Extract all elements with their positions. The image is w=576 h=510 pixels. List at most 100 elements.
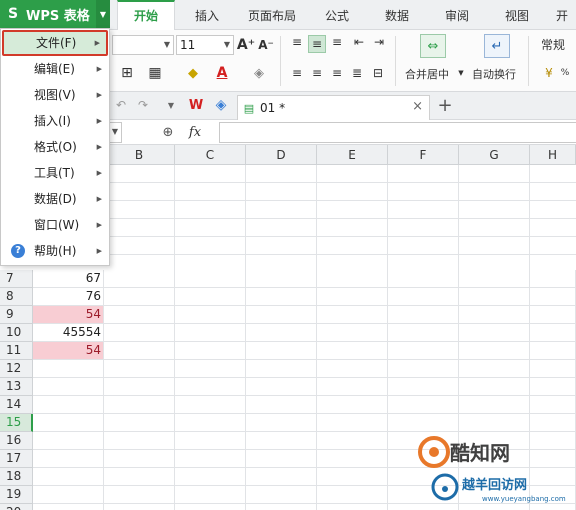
align-center-icon[interactable]: ≡: [310, 64, 324, 82]
wrap-text-icon[interactable]: ↵: [484, 34, 510, 58]
row-header[interactable]: 10: [0, 324, 33, 342]
menu-item-help[interactable]: ? 帮助(H) ▶: [2, 238, 108, 264]
merge-style-icon[interactable]: ▦: [148, 64, 162, 82]
justify-icon[interactable]: ≣: [350, 64, 364, 82]
chevron-down-icon[interactable]: ▼: [457, 66, 465, 80]
cell[interactable]: [175, 432, 246, 450]
app-menu-button[interactable]: S WPS 表格 ▼: [0, 0, 110, 28]
clear-format-icon[interactable]: ◈: [250, 64, 268, 82]
cell[interactable]: [317, 360, 388, 378]
column-header-c[interactable]: C: [175, 145, 246, 165]
column-header-g[interactable]: G: [459, 145, 530, 165]
cell[interactable]: [104, 468, 175, 486]
row-header[interactable]: 15: [0, 414, 33, 432]
cell[interactable]: [530, 342, 576, 360]
cell-a[interactable]: [33, 396, 104, 414]
tab-home[interactable]: 开始: [117, 0, 175, 30]
menu-item-format[interactable]: 格式(O) ▶: [2, 134, 108, 160]
align-middle-icon[interactable]: ≡: [308, 35, 326, 53]
cell[interactable]: [530, 306, 576, 324]
align-left-icon[interactable]: ≡: [290, 64, 304, 82]
cell[interactable]: [317, 378, 388, 396]
row-header[interactable]: 16: [0, 432, 33, 450]
row-header[interactable]: 13: [0, 378, 33, 396]
tab-insert[interactable]: 插入: [178, 0, 236, 30]
cell[interactable]: [246, 324, 317, 342]
number-format-select[interactable]: 常规: [537, 35, 576, 55]
row-header[interactable]: 17: [0, 450, 33, 468]
fill-color-icon[interactable]: ◆: [184, 64, 202, 82]
cell[interactable]: [388, 288, 459, 306]
cell[interactable]: [246, 432, 317, 450]
tab-data[interactable]: 数据: [368, 0, 426, 30]
cell[interactable]: [530, 324, 576, 342]
menu-item-view[interactable]: 视图(V) ▶: [2, 82, 108, 108]
cell[interactable]: [388, 306, 459, 324]
column-header-b[interactable]: B: [104, 145, 175, 165]
cell[interactable]: [246, 396, 317, 414]
cell[interactable]: [388, 414, 459, 432]
cell[interactable]: [459, 360, 530, 378]
cell-a[interactable]: [33, 468, 104, 486]
cell-a[interactable]: [33, 486, 104, 504]
undo-icon[interactable]: ↶: [114, 98, 128, 112]
cell[interactable]: [530, 414, 576, 432]
cell[interactable]: [317, 450, 388, 468]
cell[interactable]: [175, 342, 246, 360]
row-header[interactable]: 14: [0, 396, 33, 414]
cell[interactable]: [388, 342, 459, 360]
cell[interactable]: [388, 270, 459, 288]
cell[interactable]: [317, 504, 388, 510]
cell[interactable]: [175, 360, 246, 378]
cell-a[interactable]: [33, 450, 104, 468]
insert-function-button[interactable]: fx: [184, 123, 206, 141]
cell-a[interactable]: [33, 504, 104, 510]
menu-item-edit[interactable]: 编辑(E) ▶: [2, 56, 108, 82]
cell[interactable]: [530, 360, 576, 378]
cell[interactable]: [459, 414, 530, 432]
cell[interactable]: [317, 324, 388, 342]
currency-format-icon[interactable]: ¥: [540, 64, 558, 82]
cell[interactable]: [175, 378, 246, 396]
cell[interactable]: [388, 378, 459, 396]
cell[interactable]: [175, 324, 246, 342]
cell[interactable]: [459, 288, 530, 306]
wrap-text-button[interactable]: 自动换行: [472, 66, 516, 82]
tab-review[interactable]: 审阅: [428, 0, 486, 30]
percent-format-icon[interactable]: %: [560, 66, 570, 80]
cell[interactable]: [317, 432, 388, 450]
cell[interactable]: [175, 306, 246, 324]
align-top-icon[interactable]: ≡: [290, 35, 304, 49]
decrease-indent-icon[interactable]: ⇤: [352, 35, 366, 49]
cell[interactable]: [246, 270, 317, 288]
row-header[interactable]: 19: [0, 486, 33, 504]
cell[interactable]: [104, 396, 175, 414]
row-header[interactable]: 11: [0, 342, 33, 360]
cell[interactable]: [459, 378, 530, 396]
increase-indent-icon[interactable]: ⇥: [372, 35, 386, 49]
cell[interactable]: [175, 288, 246, 306]
cell[interactable]: [246, 504, 317, 510]
cell[interactable]: [246, 414, 317, 432]
cell[interactable]: [246, 360, 317, 378]
cell[interactable]: [459, 306, 530, 324]
column-header-h[interactable]: H: [530, 145, 576, 165]
column-header-e[interactable]: E: [317, 145, 388, 165]
cell[interactable]: [175, 414, 246, 432]
cell[interactable]: [104, 432, 175, 450]
tab-formulas[interactable]: 公式: [308, 0, 366, 30]
font-size-select[interactable]: 11 ▼: [176, 35, 234, 55]
cell[interactable]: [317, 270, 388, 288]
cell[interactable]: [317, 288, 388, 306]
menu-item-data[interactable]: 数据(D) ▶: [2, 186, 108, 212]
menu-item-insert[interactable]: 插入(I) ▶: [2, 108, 108, 134]
distributed-icon[interactable]: ⊟: [370, 64, 386, 82]
cell[interactable]: [530, 288, 576, 306]
merge-center-icon[interactable]: ⇔: [420, 34, 446, 58]
cell[interactable]: [175, 468, 246, 486]
formula-input[interactable]: [219, 122, 576, 143]
cell[interactable]: [317, 306, 388, 324]
cell[interactable]: [317, 486, 388, 504]
cell[interactable]: [175, 396, 246, 414]
app-menu-dropdown-icon[interactable]: ▼: [96, 0, 110, 28]
